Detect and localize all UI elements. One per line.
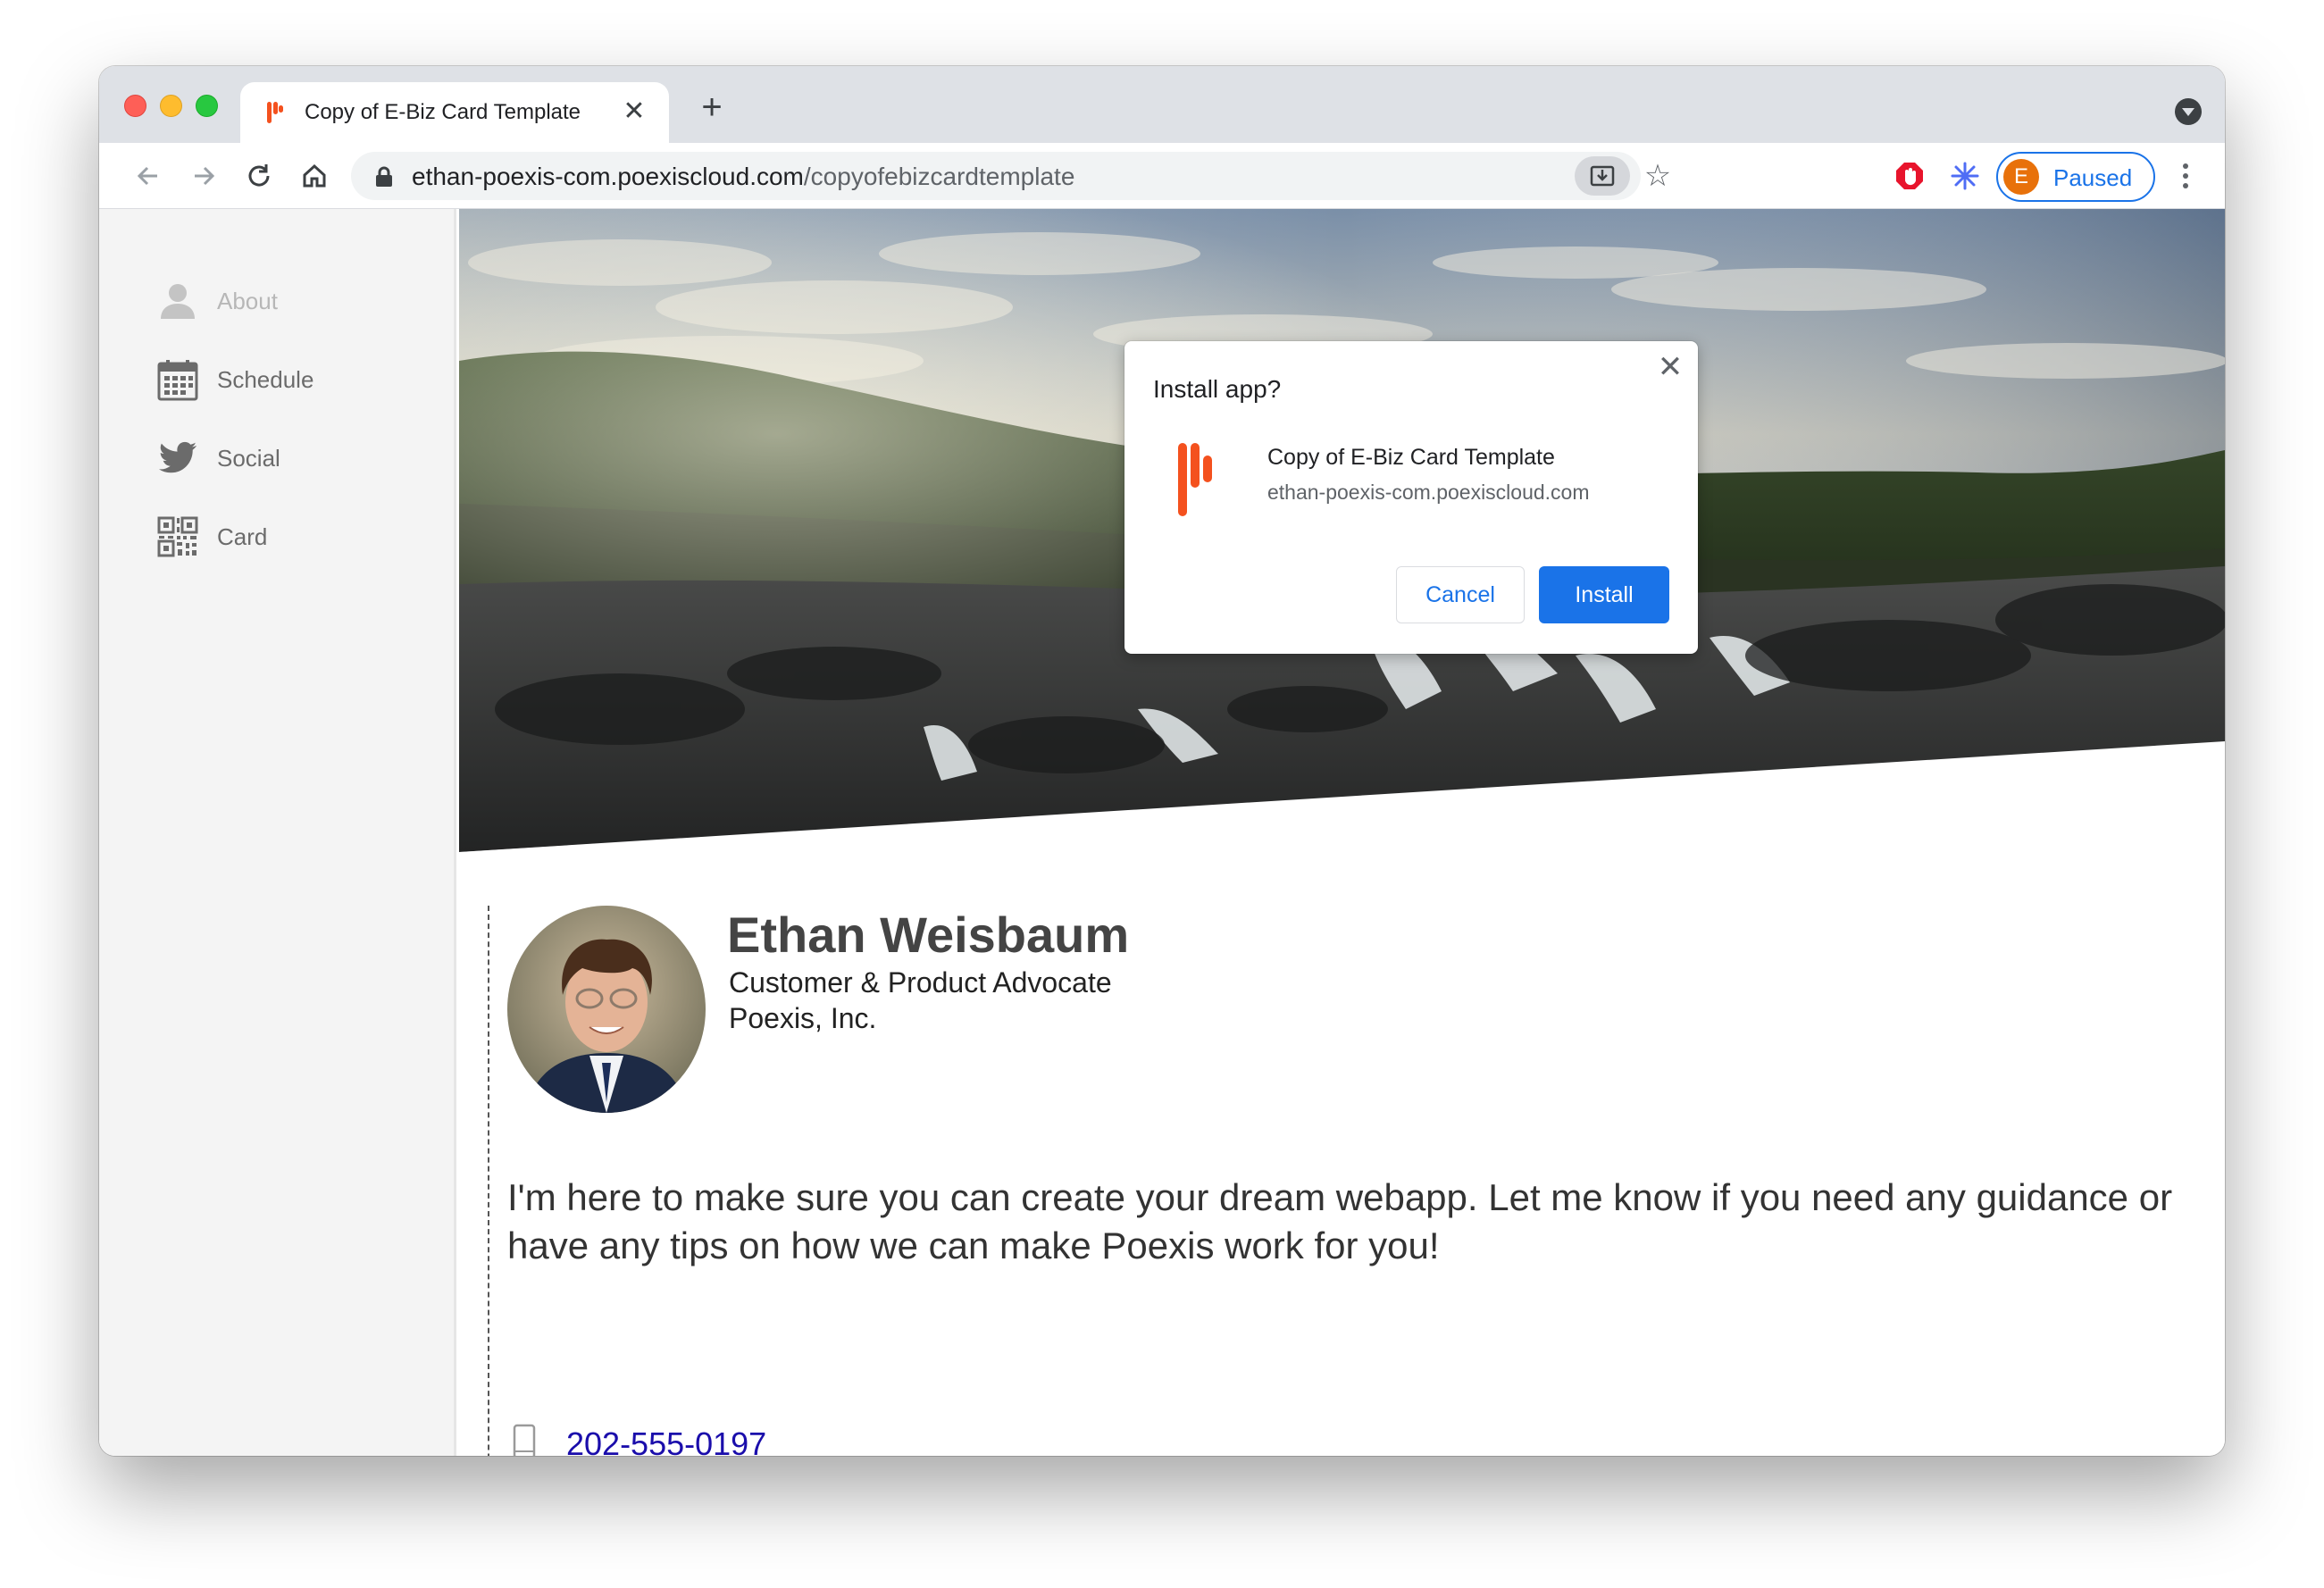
home-icon <box>303 163 326 188</box>
install-app-button[interactable] <box>1575 156 1630 196</box>
tab-close-icon[interactable]: ✕ <box>619 96 649 127</box>
sidebar-item-label: Social <box>217 444 280 472</box>
back-arrow-icon <box>137 166 157 186</box>
poexis-app-icon <box>1178 443 1212 516</box>
person-company: Poexis, Inc. <box>729 1002 877 1034</box>
browser-tab[interactable]: Copy of E-Biz Card Template ✕ <box>240 82 669 143</box>
phone-link[interactable]: 202-555-0197 <box>566 1425 766 1456</box>
zoom-window-button[interactable] <box>196 95 218 117</box>
sidebar: About Schedule Social Card <box>99 209 456 1456</box>
lock-icon <box>376 166 392 187</box>
forward-arrow-icon <box>195 166 215 186</box>
profile-status: Paused <box>2053 164 2133 191</box>
sidebar-item-about[interactable]: About <box>156 279 278 323</box>
close-window-button[interactable] <box>124 95 146 117</box>
tab-strip: Copy of E-Biz Card Template ✕ + <box>99 66 2225 143</box>
browser-window: Copy of E-Biz Card Template ✕ + ethan-po… <box>99 66 2225 1456</box>
url-path: /copyofebizcardtemplate <box>803 163 1075 190</box>
profile-photo <box>507 906 706 1113</box>
back-button[interactable] <box>128 155 169 196</box>
sidebar-item-schedule[interactable]: Schedule <box>156 357 313 402</box>
calendar-icon <box>157 360 198 401</box>
qr-code-icon <box>157 516 198 557</box>
sidebar-item-social[interactable]: Social <box>156 436 280 481</box>
phone-icon <box>513 1424 536 1456</box>
dialog-title: Install app? <box>1153 375 1282 403</box>
sidebar-item-card[interactable]: Card <box>156 514 267 559</box>
url-text: ethan-poexis-com.poexiscloud.com/copyofe… <box>412 163 1074 191</box>
forward-button[interactable] <box>183 155 224 196</box>
person-name: Ethan Weisbaum <box>727 907 1130 963</box>
twitter-bird-icon <box>158 441 196 473</box>
profile-divider <box>488 906 489 1456</box>
install-app-icon <box>1590 165 1615 187</box>
dialog-close-icon[interactable]: ✕ <box>1655 352 1685 382</box>
sidebar-item-label: Schedule <box>217 365 314 393</box>
reload-icon <box>248 164 270 187</box>
sidebar-item-label: Card <box>217 522 268 550</box>
snowflake-extension-icon[interactable] <box>1950 161 1980 191</box>
home-button[interactable] <box>294 155 335 196</box>
minimize-window-button[interactable] <box>160 95 182 117</box>
install-button[interactable]: Install <box>1539 566 1669 623</box>
bookmark-star-icon[interactable]: ☆ <box>1637 155 1678 196</box>
profile-button[interactable]: E Paused <box>1996 152 2155 202</box>
install-app-dialog: ✕ Install app? Copy of E-Biz Card Templa… <box>1124 341 1698 654</box>
tab-search-icon[interactable] <box>2175 98 2202 125</box>
avatar: E <box>2003 159 2039 195</box>
kebab-menu-icon[interactable] <box>2177 161 2194 193</box>
bio-text: I'm here to make sure you can create you… <box>507 1176 2173 1266</box>
cancel-button[interactable]: Cancel <box>1396 566 1525 623</box>
sidebar-item-label: About <box>217 287 278 314</box>
poexis-favicon-icon <box>267 102 283 123</box>
adblock-icon[interactable] <box>1894 161 1925 191</box>
dialog-app-url: ethan-poexis-com.poexiscloud.com <box>1267 481 1590 504</box>
page-content: About Schedule Social Card Ethan Weisbau… <box>99 209 2225 1456</box>
person-icon <box>161 284 195 319</box>
browser-toolbar: ethan-poexis-com.poexiscloud.com/copyofe… <box>99 143 2225 209</box>
new-tab-button[interactable]: + <box>692 89 731 129</box>
dialog-app-name: Copy of E-Biz Card Template <box>1267 445 1555 470</box>
reload-button[interactable] <box>238 155 280 196</box>
tab-title: Copy of E-Biz Card Template <box>305 100 581 124</box>
url-host: ethan-poexis-com.poexiscloud.com <box>412 163 804 190</box>
address-bar[interactable]: ethan-poexis-com.poexiscloud.com/copyofe… <box>351 152 1671 200</box>
person-title: Customer & Product Advocate <box>729 966 1112 999</box>
